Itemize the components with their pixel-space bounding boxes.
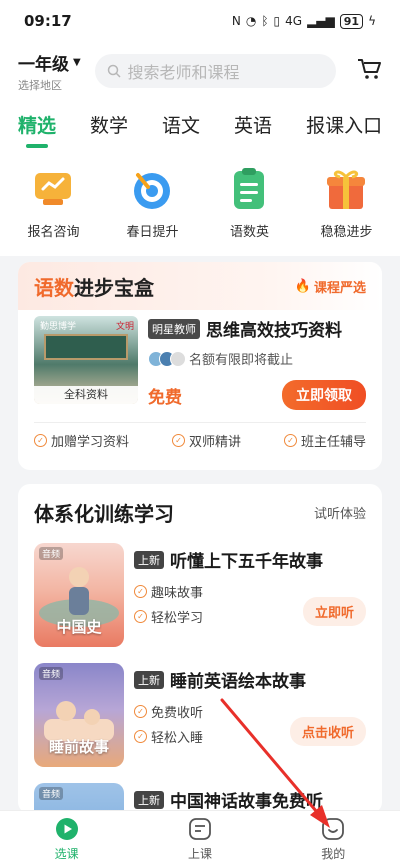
check-icon: ✓ — [134, 705, 147, 718]
charging-icon: ϟ — [368, 14, 376, 28]
audio-tag: 音频 — [39, 787, 64, 800]
trial-link[interactable]: 试听体验 — [314, 503, 366, 522]
quota-text: 名额有限即将截止 — [189, 353, 294, 368]
section-title: 体系化训练学习 — [34, 502, 174, 526]
training-card: 体系化训练学习 试听体验 音频 中国史 上新 听懂上下五千年故事 ✓ 趣味故事 ✓ 轻… — [18, 484, 382, 814]
signal-icon: ▂▄▆ — [307, 14, 335, 28]
category-tabs: 精选 数学 语文 英语 报课入口 — [0, 100, 400, 148]
top-header: 一年级 ▼ 选择地区 搜索老师和课程 — [0, 42, 400, 100]
resource-title[interactable]: 思维高效技巧资料 — [206, 316, 342, 341]
tab-mine[interactable]: 我的 — [320, 816, 346, 862]
clipboard-icon — [234, 167, 265, 209]
quick-entry-grid: 报名咨询 春日提升 语数英 稳稳进步 — [0, 148, 400, 256]
check-icon: ✓ — [283, 434, 297, 447]
new-badge: 上新 — [134, 790, 164, 809]
check-icon: ✓ — [34, 434, 47, 447]
course-title: 听懂上下五千年故事 — [170, 552, 323, 572]
course-item[interactable]: 音频 中国史 上新 听懂上下五千年故事 ✓ 趣味故事 ✓ 轻松学习 立即听 — [18, 535, 382, 655]
audio-tag: 音频 — [39, 667, 64, 680]
tab-chinese[interactable]: 语文 — [162, 111, 200, 138]
listen-now-button[interactable]: 立即听 — [302, 597, 366, 626]
feature-list: ✓ 趣味故事 ✓ 轻松学习 — [134, 582, 203, 626]
quick-label: 春日提升 — [126, 224, 179, 240]
play-circle-icon — [55, 817, 78, 840]
alarm-icon: ◔ — [245, 14, 257, 28]
status-time: 09:17 — [24, 12, 72, 30]
nfc-icon: N — [231, 14, 241, 28]
tab-label: 上课 — [187, 846, 212, 861]
consult-icon — [35, 172, 72, 205]
status-bar: 09:17 N ◔ ᛒ ▯ 4G ▂▄▆ 91 ϟ — [0, 0, 400, 42]
status-icons: N ◔ ᛒ ▯ 4G ▂▄▆ 91 ϟ — [231, 13, 376, 29]
check-icon: ✓ — [134, 610, 147, 623]
tab-math[interactable]: 数学 — [90, 111, 128, 138]
quick-label: 稳稳进步 — [320, 224, 373, 240]
target-icon — [134, 172, 171, 209]
quick-label: 报名咨询 — [27, 224, 80, 240]
grade-selector[interactable]: 一年级 ▼ 选择地区 — [18, 50, 95, 93]
cart-button[interactable] — [356, 57, 382, 85]
grade-label: 一年级 — [18, 54, 69, 75]
card-title: 语数进步宝盒 — [34, 275, 154, 300]
quick-item-progress[interactable]: 稳稳进步 — [320, 165, 372, 240]
strict-selection-badge: 🔥 课程严选 — [294, 278, 366, 296]
check-icon: ✓ — [134, 730, 147, 743]
search-input[interactable]: 搜索老师和课程 — [95, 54, 336, 88]
quick-label: 语数英 — [229, 224, 269, 240]
course-item[interactable]: 音频 上新 中国神话故事免费听 — [18, 775, 382, 814]
quick-item-subjects[interactable]: 语数英 — [225, 165, 273, 240]
quick-item-spring[interactable]: 春日提升 — [126, 165, 179, 240]
perk-item: ✓ 双师精讲 — [171, 431, 241, 450]
bluetooth-icon: ᛒ — [261, 14, 269, 28]
price-label: 免费 — [148, 387, 182, 408]
thumb-caption: 全科资料 — [34, 386, 138, 404]
check-icon: ✓ — [134, 585, 147, 598]
course-thumbnail: 音频 睡前故事 — [34, 663, 124, 767]
gift-icon — [327, 170, 366, 209]
thumb-tag: 勤思博学 — [40, 322, 77, 332]
tab-label: 我的 — [321, 846, 346, 861]
thumb-label: 中国史 — [56, 618, 102, 636]
tab-attend-class[interactable]: 上课 — [187, 816, 213, 862]
course-thumbnail: 音频 中国史 — [34, 543, 124, 647]
fire-icon: 🔥 — [294, 278, 311, 294]
new-badge: 上新 — [134, 670, 164, 689]
tab-featured[interactable]: 精选 — [18, 111, 56, 148]
feature-list: ✓ 免费收听 ✓ 轻松入睡 — [134, 702, 203, 746]
quick-item-consult[interactable]: 报名咨询 — [27, 165, 80, 240]
thumb-label: 睡前故事 — [48, 738, 109, 756]
bottom-tab-bar: 选课 上课 我的 — [0, 810, 400, 866]
vibrate-icon: ▯ — [273, 14, 281, 28]
thumb-tag-2: 文明 — [115, 322, 134, 332]
check-icon: ✓ — [171, 434, 185, 447]
caret-down-icon: ▼ — [73, 56, 81, 68]
perk-list: ✓ 加赠学习资料 ✓ 双师精讲 ✓ 班主任辅导 — [18, 423, 382, 458]
network-label: 4G — [285, 14, 303, 28]
region-label: 选择地区 — [18, 78, 62, 92]
audio-tag: 音频 — [39, 547, 64, 560]
course-title: 睡前英语绘本故事 — [170, 672, 306, 692]
cart-icon — [358, 59, 381, 79]
tab-select-course[interactable]: 选课 — [54, 816, 80, 862]
listen-button[interactable]: 点击收听 — [289, 717, 366, 746]
tab-label: 选课 — [54, 846, 79, 861]
perk-item: ✓ 加赠学习资料 — [34, 431, 129, 450]
new-badge: 上新 — [134, 550, 164, 569]
smile-face-icon — [322, 817, 345, 840]
search-placeholder: 搜索老师和课程 — [127, 63, 240, 82]
teacher-badge: 明星教师 — [148, 318, 200, 339]
battery-level: 91 — [339, 13, 364, 29]
tab-enroll[interactable]: 报课入口 — [306, 111, 382, 138]
course-title: 中国神话故事免费听 — [170, 792, 323, 812]
avatar-group — [148, 350, 186, 367]
resource-thumbnail[interactable]: 勤思博学 文明 全科资料 — [34, 316, 138, 404]
progress-box-card: 语数进步宝盒 🔥 课程严选 勤思博学 文明 全科资料 明星教师 思维高效技巧资料 … — [18, 262, 382, 470]
course-item[interactable]: 音频 睡前故事 上新 睡前英语绘本故事 ✓ 免费收听 ✓ 轻松入睡 点击收听 — [18, 655, 382, 775]
search-icon — [108, 64, 121, 78]
tab-english[interactable]: 英语 — [234, 111, 272, 138]
perk-item: ✓ 班主任辅导 — [283, 431, 366, 450]
notes-icon — [189, 817, 211, 840]
claim-now-button[interactable]: 立即领取 — [282, 380, 366, 410]
